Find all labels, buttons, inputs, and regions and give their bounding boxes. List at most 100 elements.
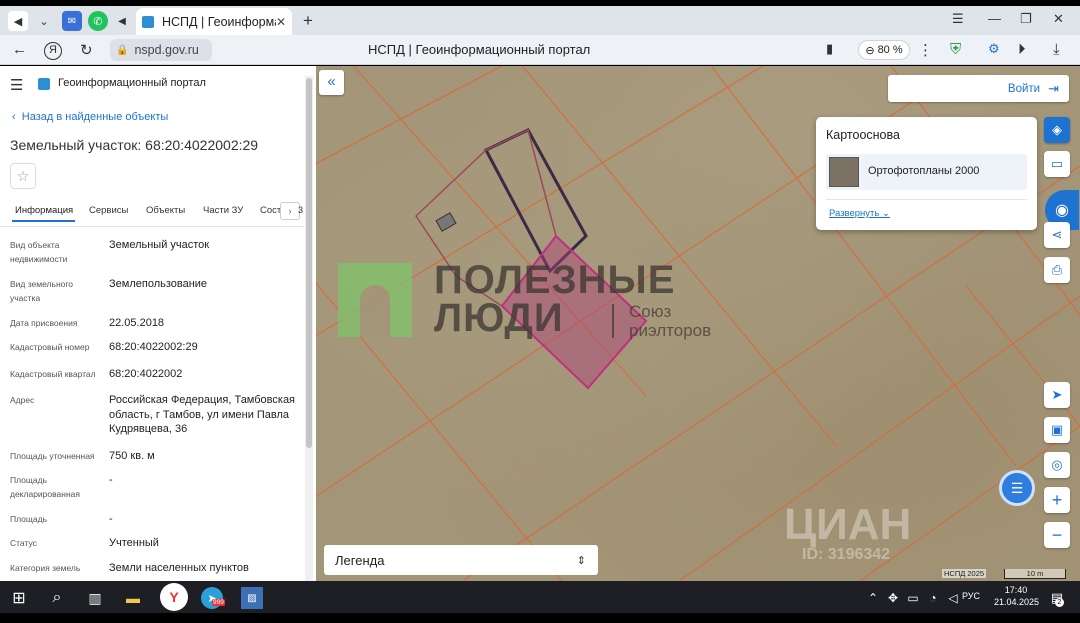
zoom-icon: ⊖: [865, 44, 875, 57]
field-label: Статус: [10, 538, 37, 548]
mail-tab-icon[interactable]: ✉: [62, 11, 82, 31]
task-view-icon[interactable]: ▥: [84, 587, 106, 609]
whatsapp-tab-icon[interactable]: ✆: [88, 11, 108, 31]
more-vert-icon[interactable]: ⋮: [918, 41, 933, 59]
hamburger-menu-icon[interactable]: ☰: [10, 76, 23, 94]
field-value: Земли населенных пунктов: [109, 562, 249, 574]
navigate-icon[interactable]: ➤: [1044, 382, 1070, 408]
zoom-indicator[interactable]: ⊖ 80 %: [858, 40, 910, 60]
clock[interactable]: 17:40 21.04.2025: [994, 584, 1039, 608]
scrollbar-thumb[interactable]: [306, 78, 312, 448]
url-field[interactable]: 🔒 nspd.gov.ru: [110, 39, 212, 61]
notification-count: 2: [1055, 598, 1064, 607]
field-value: 68:20:4022002:29: [109, 341, 198, 353]
field-value: 22.05.2018: [109, 317, 165, 329]
close-tab-icon[interactable]: ✕: [276, 15, 286, 29]
file-explorer-icon[interactable]: ▬: [122, 587, 144, 609]
yandex-browser-icon[interactable]: Y: [160, 583, 188, 611]
minimize-icon[interactable]: —: [988, 11, 1001, 26]
copyright: НСПД 2025: [942, 569, 987, 578]
tab-title: НСПД | Геоинформац: [162, 14, 276, 29]
menu-icon[interactable]: ☰: [952, 11, 964, 27]
minimap-icon[interactable]: ▣: [1044, 417, 1070, 443]
field-value: Учтенный: [109, 537, 159, 549]
favorite-star-icon[interactable]: ☆: [10, 163, 36, 189]
login-label: Войти: [1007, 82, 1041, 95]
yandex-icon[interactable]: Я: [44, 42, 62, 60]
print-icon[interactable]: ⎙: [1044, 257, 1070, 283]
new-tab-button[interactable]: +: [298, 11, 318, 31]
chevron-down-icon[interactable]: ⌄: [34, 11, 54, 31]
telegram-badge: 999: [212, 599, 225, 606]
back-link[interactable]: ‹ Назад в найденные объекты: [12, 111, 168, 123]
windows-taskbar: ⊞ ⌕ ▥ ▬ Y ➤ 999 ▨ ⌃ ✥ ▭ ◔ ◁ РУС 17:40 21…: [0, 581, 1080, 613]
collapse-panel-button[interactable]: «: [319, 70, 344, 95]
chevron-up-icon[interactable]: ⌃: [862, 587, 884, 609]
clock-time: 17:40: [1004, 585, 1028, 595]
basemap-layer-name: Ортофотопланы 2000: [868, 165, 980, 177]
zoom-in-button[interactable]: +: [1044, 487, 1070, 513]
tab-counter: 3: [298, 205, 304, 215]
watermark-union: Союз: [629, 302, 672, 321]
expand-label: Развернуть: [829, 208, 880, 219]
page-title: НСПД | Геоинформационный портал: [368, 42, 591, 57]
login-button[interactable]: Войти ⇥: [888, 75, 1069, 102]
tab-objects[interactable]: Объекты: [146, 205, 185, 216]
share-icon[interactable]: ⋖: [1044, 222, 1070, 248]
zoom-out-button[interactable]: −: [1044, 522, 1070, 548]
map-view[interactable]: ПОЛЕЗНЫЕ ЛЮДИ Союз риэлторов ЦИАН ID: 31…: [316, 66, 1080, 581]
layers-icon[interactable]: ◈: [1044, 117, 1070, 143]
field-value: -: [109, 513, 113, 525]
cian-watermark: ЦИАН: [784, 500, 912, 549]
geolocation-icon[interactable]: ◎: [1044, 452, 1070, 478]
field-label: Категория земель: [10, 563, 81, 573]
field-label: Кадастровый квартал: [10, 369, 96, 379]
reload-icon[interactable]: ↻: [80, 41, 93, 59]
media-play-icon[interactable]: ⏵: [1018, 41, 1026, 58]
portal-logo-icon: [38, 78, 50, 90]
chat-button[interactable]: ☰: [999, 470, 1035, 506]
field-label: Площадь: [10, 514, 48, 524]
cian-id-watermark: ID: 3196342: [802, 546, 891, 563]
basemap-option-selected[interactable]: Ортофотопланы 2000: [826, 154, 1027, 190]
scale-bar: 10 m: [1004, 569, 1066, 579]
image-viewer-icon[interactable]: ▨: [241, 587, 263, 609]
download-icon[interactable]: ⤓: [1053, 41, 1060, 58]
bookmark-icon[interactable]: ▮: [826, 41, 833, 57]
structure-marker: [435, 212, 457, 232]
network-tray-icon[interactable]: ✥: [882, 587, 904, 609]
audio-tab-icon[interactable]: ◀︎: [112, 11, 132, 31]
chevron-down-icon: ⌄: [882, 208, 890, 219]
tab-info[interactable]: Информация: [15, 205, 73, 216]
tab-parts[interactable]: Части ЗУ: [203, 205, 243, 216]
orthophoto-thumbnail: [829, 157, 859, 187]
tabs-scroll-right-icon[interactable]: ›: [280, 202, 300, 220]
panel-scrollbar[interactable]: [305, 76, 313, 581]
search-icon[interactable]: ⌕: [46, 587, 68, 609]
active-tab[interactable]: НСПД | Геоинформац ✕: [136, 8, 292, 35]
ruler-icon[interactable]: ▭: [1044, 151, 1070, 177]
field-label: Площадь уточненная: [10, 451, 95, 461]
speaker-icon[interactable]: ◀︎: [8, 11, 28, 31]
restore-icon[interactable]: ❐: [1020, 11, 1032, 27]
active-tab-indicator: [12, 220, 75, 222]
close-window-icon[interactable]: ✕: [1053, 11, 1064, 27]
extension-icon[interactable]: ⚙: [988, 41, 1000, 57]
windows-start-icon[interactable]: ⊞: [8, 587, 30, 609]
legend-dropdown[interactable]: Легенда ⇕: [324, 545, 598, 575]
tab-services[interactable]: Сервисы: [89, 205, 128, 216]
shield-icon[interactable]: ⛨: [950, 41, 961, 58]
browser-tab-bar: ◀︎ ⌄ ✉ ✆ ◀︎ НСПД | Геоинформац ✕ + ☰ — ❐…: [0, 6, 1080, 35]
chevron-left-icon: ‹: [12, 111, 16, 123]
field-label: Вид объекта недвижимости: [10, 240, 68, 264]
wifi-icon[interactable]: ◔: [922, 587, 944, 609]
basemap-divider: [826, 199, 1027, 200]
field-value: Землепользование: [109, 278, 208, 290]
back-icon[interactable]: ←: [12, 41, 27, 58]
volume-icon[interactable]: ◁: [942, 587, 964, 609]
watermark-divider: [612, 304, 614, 338]
battery-icon[interactable]: ▭: [902, 587, 924, 609]
language-indicator[interactable]: РУС: [962, 591, 980, 601]
lock-icon: 🔒: [116, 44, 129, 56]
expand-link[interactable]: Развернуть ⌄: [829, 208, 890, 219]
